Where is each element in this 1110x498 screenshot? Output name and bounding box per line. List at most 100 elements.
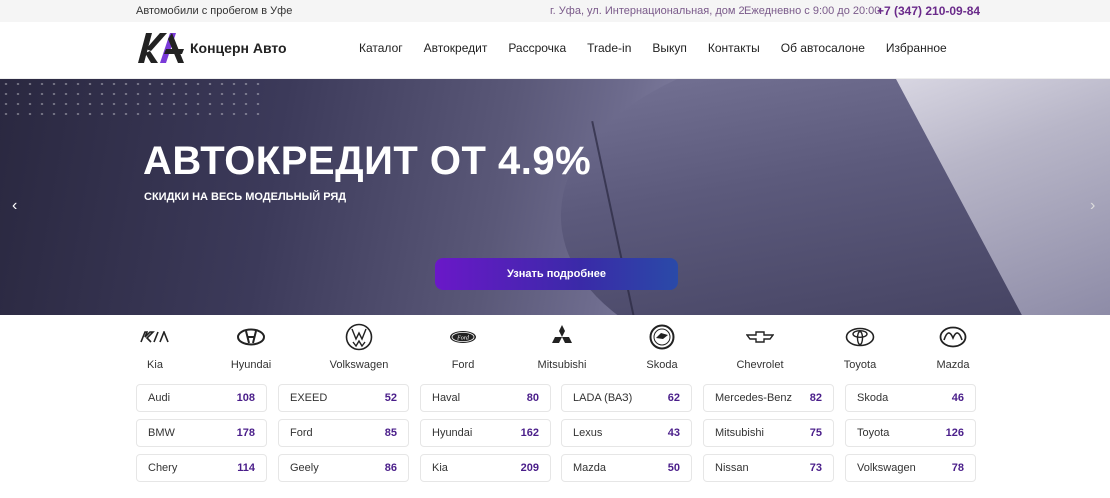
- ford-logo-icon: Ford: [413, 323, 513, 351]
- brand-count-item[interactable]: Toyota 126: [845, 419, 976, 447]
- brand-toyota[interactable]: Toyota: [810, 323, 910, 371]
- brand-count-item[interactable]: Geely 86: [278, 454, 409, 482]
- brand-label: Mitsubishi: [537, 359, 587, 371]
- logo-mark-icon: [138, 33, 184, 63]
- brand-chevrolet[interactable]: Chevrolet: [710, 323, 810, 371]
- brand-name-text: Mercedes-Benz: [715, 392, 793, 404]
- brand-kia[interactable]: Kia: [105, 323, 205, 371]
- top-info-bar: Автомобили с пробегом в Уфе г. Уфа, ул. …: [0, 0, 1110, 22]
- brand-count-item[interactable]: Kia 209: [420, 454, 551, 482]
- brand-name-text: Nissan: [715, 462, 749, 474]
- brand-count-value: 80: [526, 392, 539, 404]
- brand-label: Skoda: [646, 359, 678, 371]
- brand-count-value: 75: [809, 427, 822, 439]
- nav-autocredit[interactable]: Автокредит: [424, 41, 488, 55]
- brand-count-item[interactable]: Ford 85: [278, 419, 409, 447]
- chevron-right-icon[interactable]: ›: [1090, 197, 1095, 215]
- brand-label: Volkswagen: [329, 359, 389, 371]
- brand-count-value: 52: [384, 392, 397, 404]
- nav-buyout[interactable]: Выкуп: [652, 41, 687, 55]
- nav-catalog[interactable]: Каталог: [359, 41, 403, 55]
- brand-count-item[interactable]: Mazda 50: [561, 454, 692, 482]
- brand-name-text: Audi: [148, 392, 171, 404]
- brand-count-item[interactable]: Mitsubishi 75: [703, 419, 834, 447]
- decorative-pattern: [0, 79, 260, 119]
- brand-count-value: 178: [236, 427, 255, 439]
- hero-subtitle: СКИДКИ НА ВЕСЬ МОДЕЛЬНЫЙ РЯД: [144, 191, 347, 203]
- hero-banner: АВТОКРЕДИТ ОТ 4.9% СКИДКИ НА ВЕСЬ МОДЕЛЬ…: [0, 79, 1110, 315]
- brand-name-text: Volkswagen: [857, 462, 916, 474]
- brand-label: Toyota: [843, 359, 877, 371]
- brand-count-item[interactable]: Audi 108: [136, 384, 267, 412]
- site-tagline: Автомобили с пробегом в Уфе: [136, 5, 293, 17]
- brand-count-item[interactable]: Nissan 73: [703, 454, 834, 482]
- kia-logo-icon: [105, 323, 205, 351]
- brand-name-text: Ford: [290, 427, 313, 439]
- brand-count-item[interactable]: Mercedes-Benz 82: [703, 384, 834, 412]
- brand-volkswagen[interactable]: Volkswagen: [309, 323, 409, 371]
- brand-name-text: LADA (ВАЗ): [573, 392, 633, 404]
- brand-name-text: Kia: [432, 462, 448, 474]
- brand-count-value: 73: [809, 462, 822, 474]
- brand-mitsubishi[interactable]: Mitsubishi: [512, 323, 612, 371]
- chevron-left-icon[interactable]: ‹: [12, 197, 17, 215]
- brand-skoda[interactable]: Skoda: [612, 323, 712, 371]
- site-logo[interactable]: Концерн Авто: [136, 28, 296, 68]
- volkswagen-logo-icon: [309, 323, 409, 351]
- brand-count-value: 114: [237, 462, 255, 474]
- skoda-logo-icon: [612, 323, 712, 351]
- chevrolet-logo-icon: [710, 323, 810, 351]
- brand-count-value: 209: [520, 462, 539, 474]
- nav-contacts[interactable]: Контакты: [708, 41, 760, 55]
- svg-text:Ford: Ford: [456, 336, 470, 342]
- site-header: Концерн Авто Каталог Автокредит Рассрочк…: [0, 22, 1110, 79]
- brand-count-value: 46: [951, 392, 964, 404]
- brand-name-text: Haval: [432, 392, 461, 404]
- brand-name-text: Mazda: [573, 462, 607, 474]
- brand-count-value: 43: [667, 427, 680, 439]
- brand-count-value: 85: [384, 427, 397, 439]
- brand-name-text: Toyota: [857, 427, 890, 439]
- brand-count-item[interactable]: Lexus 43: [561, 419, 692, 447]
- brand-count-item[interactable]: EXEED 52: [278, 384, 409, 412]
- brand-name-text: Geely: [290, 462, 319, 474]
- nav-favorites[interactable]: Избранное: [886, 41, 947, 55]
- mitsubishi-logo-icon: [512, 323, 612, 351]
- nav-trade-in[interactable]: Trade-in: [587, 41, 631, 55]
- brand-name-text: Hyundai: [432, 427, 473, 439]
- brand-label: Hyundai: [230, 359, 272, 371]
- brand-count-item[interactable]: Hyundai 162: [420, 419, 551, 447]
- nav-about[interactable]: Об автосалоне: [781, 41, 865, 55]
- brand-count-value: 50: [667, 462, 680, 474]
- brand-count-item[interactable]: BMW 178: [136, 419, 267, 447]
- brand-count-item[interactable]: Chery 114: [136, 454, 267, 482]
- toyota-logo-icon: [810, 323, 910, 351]
- brand-label: Kia: [147, 359, 163, 371]
- brand-label: Ford: [451, 359, 475, 371]
- brand-count-item[interactable]: LADA (ВАЗ) 62: [561, 384, 692, 412]
- brand-ford[interactable]: Ford Ford: [413, 323, 513, 371]
- brand-label: Mazda: [936, 359, 970, 371]
- brand-count-value: 82: [809, 392, 822, 404]
- hyundai-logo-icon: [201, 323, 301, 351]
- nav-installment[interactable]: Рассрочка: [508, 41, 566, 55]
- brand-count-value: 162: [520, 427, 539, 439]
- brand-count-item[interactable]: Skoda 46: [845, 384, 976, 412]
- address-text[interactable]: г. Уфа, ул. Интернациональная, дом 2: [550, 5, 745, 17]
- brand-name-text: Mitsubishi: [715, 427, 764, 439]
- learn-more-button[interactable]: Узнать подробнее: [435, 258, 678, 290]
- brand-name-text: EXEED: [290, 392, 328, 404]
- brand-label: Chevrolet: [736, 359, 784, 371]
- brand-count-value: 78: [951, 462, 964, 474]
- phone-link[interactable]: +7 (347) 210-09-84: [877, 4, 980, 18]
- brand-count-item[interactable]: Volkswagen 78: [845, 454, 976, 482]
- brand-name-text: Skoda: [857, 392, 889, 404]
- working-hours: Ежедневно с 9:00 до 20:00: [744, 5, 881, 17]
- brand-count-value: 108: [236, 392, 255, 404]
- main-nav: Каталог Автокредит Рассрочка Trade-in Вы…: [359, 41, 968, 55]
- brand-logos-row: Kia Hyundai Volkswagen Ford Ford Mitsubi…: [0, 315, 1110, 381]
- brand-count-item[interactable]: Haval 80: [420, 384, 551, 412]
- brand-hyundai[interactable]: Hyundai: [201, 323, 301, 371]
- brand-mazda[interactable]: Mazda: [903, 323, 1003, 371]
- brand-name-text: BMW: [148, 427, 175, 439]
